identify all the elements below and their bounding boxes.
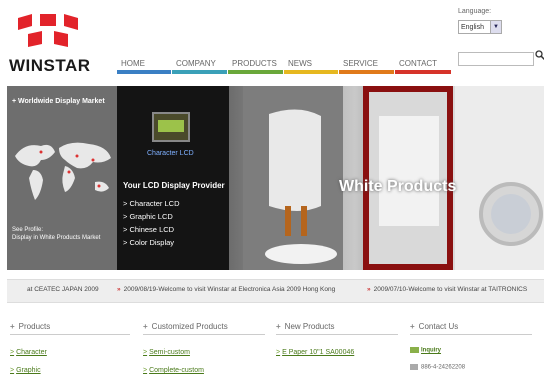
lcd-panel-title: Your LCD Display Provider: [123, 181, 225, 190]
contact-inquiry[interactable]: Inquiry: [410, 347, 441, 354]
contact-inquiry-label: Inquiry: [421, 347, 442, 354]
link-e-paper[interactable]: > E Paper 10"1 SA00046: [276, 349, 354, 356]
chevron-down-icon[interactable]: ▼: [490, 21, 501, 33]
divider: [410, 334, 532, 335]
nav-service-label: SERVICE: [343, 59, 378, 68]
section-new-products-title: New Products: [284, 322, 335, 331]
link-semi-custom-label: Semi-custom: [149, 349, 190, 356]
nav-contact-bar: [395, 70, 451, 74]
news-item[interactable]: » 2009/07/10-Welcome to visit Winstar at …: [367, 286, 527, 293]
nav-products[interactable]: PRODUCTS: [228, 58, 283, 74]
divider: [10, 334, 130, 335]
link-semi-custom[interactable]: > Semi-custom: [143, 349, 190, 356]
nav-company-bar: [172, 70, 227, 74]
section-customized-title: Customized Products: [151, 322, 228, 331]
plus-icon: +: [276, 322, 281, 331]
lcd-item-character[interactable]: > Character LCD: [123, 197, 179, 210]
news-item[interactable]: at CEATEC JAPAN 2009: [27, 286, 99, 293]
nav-news-label: NEWS: [288, 59, 312, 68]
news-text: at CEATEC JAPAN 2009: [27, 286, 99, 293]
section-contact-title: Contact Us: [418, 322, 459, 331]
plus-icon: +: [10, 322, 15, 331]
divider: [276, 334, 398, 335]
logo-square-1: [18, 14, 32, 30]
nav-contact[interactable]: CONTACT: [395, 58, 451, 74]
market-caption-line2: Display in White Products Market: [12, 235, 101, 241]
section-new-products-heading: + New Products: [276, 322, 334, 331]
divider: [143, 334, 265, 335]
chevron-right-icon: »: [367, 286, 371, 293]
brand-name[interactable]: WINSTAR: [9, 56, 91, 76]
lcd-item-chinese[interactable]: > Chinese LCD: [123, 223, 179, 236]
lcd-item-graphic[interactable]: > Graphic LCD: [123, 210, 179, 223]
logo-square-2: [40, 14, 56, 26]
nav-news-bar: [284, 70, 338, 74]
language-selected-value: English: [461, 23, 484, 31]
news-text: 2009/08/19-Welcome to visit Winstar at E…: [123, 286, 336, 293]
hero-banner: + Worldwide Display Market See Profile: …: [7, 86, 544, 270]
section-products-heading: + Products: [10, 322, 50, 331]
nav-company-label: COMPANY: [176, 59, 216, 68]
link-character[interactable]: > Character: [10, 349, 47, 356]
market-title: + Worldwide Display Market: [12, 98, 105, 105]
lcd-panel[interactable]: Character LCD Your LCD Display Provider …: [117, 86, 229, 270]
market-caption-line1: See Profile:: [12, 227, 44, 233]
search-icon[interactable]: [535, 50, 544, 60]
section-customized-heading: + Customized Products: [143, 322, 228, 331]
white-products-title: White Products: [339, 178, 457, 195]
lcd-caption: Character LCD: [147, 150, 194, 157]
lcd-type-list: > Character LCD > Graphic LCD > Chinese …: [123, 197, 179, 249]
search-input[interactable]: [458, 52, 534, 66]
winstar-logo-mark[interactable]: [18, 14, 78, 48]
nav-products-label: PRODUCTS: [232, 59, 277, 68]
nav-home-bar: [117, 70, 171, 74]
plus-icon: +: [410, 322, 415, 331]
lcd-item-color[interactable]: > Color Display: [123, 236, 179, 249]
logo-square-5: [54, 31, 68, 47]
nav-home-label: HOME: [121, 59, 145, 68]
link-e-paper-label: E Paper 10"1 SA00046: [282, 349, 355, 356]
phone-icon: [410, 364, 418, 370]
nav-company[interactable]: COMPANY: [172, 58, 227, 74]
world-map-image: [15, 142, 111, 200]
lcd-module-image: [152, 112, 190, 142]
logo-square-3: [64, 14, 78, 30]
nav-products-bar: [228, 70, 283, 74]
market-panel[interactable]: + Worldwide Display Market See Profile: …: [7, 86, 117, 270]
news-text: 2009/07/10-Welcome to visit Winstar at T…: [373, 286, 528, 293]
language-label: Language:: [458, 8, 492, 15]
news-item[interactable]: » 2009/08/19-Welcome to visit Winstar at …: [117, 286, 335, 293]
contact-phone-number: 886-4-24262208: [421, 364, 466, 371]
nav-contact-label: CONTACT: [399, 59, 438, 68]
news-ticker: at CEATEC JAPAN 2009 » 2009/08/19-Welcome…: [7, 279, 544, 303]
language-select[interactable]: English ▼: [458, 20, 502, 34]
nav-home[interactable]: HOME: [117, 58, 171, 74]
nav-news[interactable]: NEWS: [284, 58, 338, 74]
section-contact-heading: + Contact Us: [410, 322, 458, 331]
nav-service-bar: [339, 70, 394, 74]
contact-phone: 886-4-24262208: [410, 364, 465, 371]
white-products-panel[interactable]: White Products: [229, 86, 544, 270]
chevron-right-icon: »: [117, 286, 121, 293]
mail-icon: [410, 347, 419, 353]
market-caption: See Profile: Display in White Products M…: [12, 226, 100, 242]
plus-icon: +: [143, 322, 148, 331]
logo-square-4: [28, 31, 42, 47]
link-character-label: Character: [16, 349, 47, 356]
nav-service[interactable]: SERVICE: [339, 58, 394, 74]
section-products-title: Products: [18, 322, 51, 331]
